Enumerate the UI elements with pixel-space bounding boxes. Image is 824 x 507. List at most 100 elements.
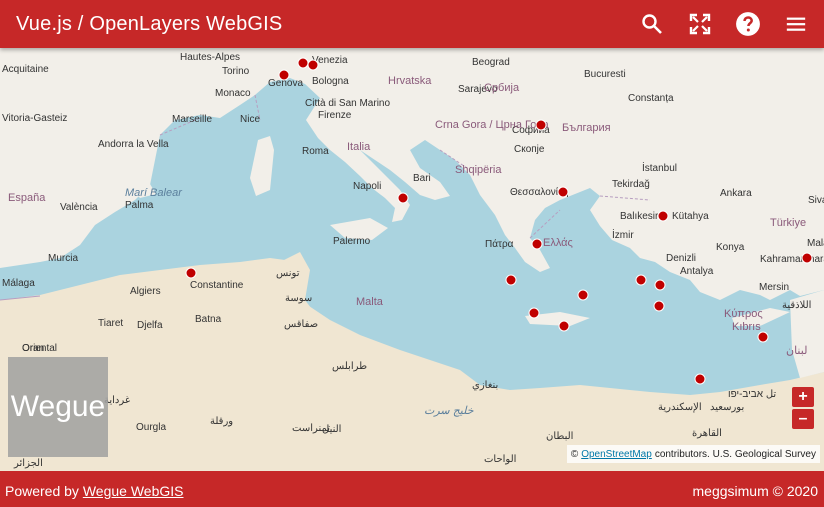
marker-sofia[interactable] — [535, 119, 547, 131]
label-beograd: Beograd — [472, 57, 510, 68]
fullscreen-icon — [689, 13, 711, 35]
label-kypros: Κύπρος — [724, 308, 763, 320]
zoom-in-button[interactable]: + — [792, 387, 814, 407]
label-palermo: Palermo — [333, 236, 371, 247]
label-mersin: Mersin — [759, 282, 789, 293]
search-icon — [642, 14, 662, 34]
marker-peloponnese[interactable] — [505, 274, 517, 286]
label-wahat: الواحات — [484, 454, 516, 465]
label-valencia: València — [60, 202, 98, 213]
label-hrvatska: Hrvatska — [388, 75, 432, 87]
label-palma: Palma — [125, 200, 154, 211]
label-italia: Italia — [347, 141, 371, 153]
label-mala: Mala — [807, 238, 824, 249]
label-bucuresti: Bucuresti — [584, 69, 626, 80]
label-san-marino: Città di San Marino — [305, 98, 390, 109]
label-monaco: Monaco — [215, 88, 251, 99]
help-icon — [736, 12, 760, 36]
label-marseille: Marseille — [172, 114, 212, 125]
label-sivas: Sivas — [808, 195, 824, 206]
label-turkiye: Türkiye — [770, 217, 806, 229]
label-skopje: Скопје — [514, 144, 545, 155]
label-oriental: Oriental — [22, 343, 57, 354]
app-title: Vue.js / OpenLayers WebGIS — [16, 13, 283, 35]
label-bologna: Bologna — [312, 76, 349, 87]
label-denizli: Denizli — [666, 253, 696, 264]
label-torino: Torino — [222, 66, 250, 77]
label-roma: Roma — [302, 146, 329, 157]
label-ouargla: ورقلة — [210, 416, 233, 427]
label-crna-gora: Crna Gora / Црна Гора — [435, 119, 549, 131]
marker-kahramanmaras[interactable] — [801, 252, 813, 264]
basemap: Venezia Torino Genova Bologna Monaco Mar… — [0, 48, 824, 471]
marker-alexandria[interactable] — [694, 373, 706, 385]
label-ankara: Ankara — [720, 188, 752, 199]
marker-crete-west[interactable] — [528, 307, 540, 319]
label-tunis: تونس — [276, 268, 300, 279]
label-ourgla: Ourgla — [136, 422, 166, 433]
label-nice: Nice — [240, 114, 260, 125]
menu-button[interactable] — [778, 6, 814, 42]
label-hautes-alpes: Hautes-Alpes — [180, 52, 240, 63]
help-button[interactable] — [730, 6, 766, 42]
powered-prefix: Powered by — [5, 483, 79, 499]
wegue-link[interactable]: Wegue WebGIS — [83, 483, 184, 499]
label-kutahya: Kütahya — [672, 211, 709, 222]
label-sfax: صفاقس — [284, 319, 318, 330]
label-lebanon: لبنان — [786, 345, 807, 357]
marker-rhodes-2[interactable] — [654, 279, 666, 291]
marker-napoli[interactable] — [397, 192, 409, 204]
label-balikesir: Balıkesir — [620, 211, 659, 222]
label-djelfa: Djelfa — [137, 320, 163, 331]
label-tiaret: Tiaret — [98, 318, 123, 329]
label-murcia: Murcia — [48, 253, 78, 264]
marker-algiers[interactable] — [185, 267, 197, 279]
label-vitoria-gasteiz: Vitoria-Gasteiz — [2, 113, 67, 124]
marker-venezia-2[interactable] — [307, 59, 319, 71]
copyright: meggsimum © 2020 — [692, 483, 818, 499]
label-gulf-sirte: خليج سرت — [424, 405, 474, 417]
label-mar-balear: Marí Balear — [125, 187, 183, 199]
zoom-out-button[interactable]: – — [792, 409, 814, 429]
map-view[interactable]: Venezia Torino Genova Bologna Monaco Mar… — [0, 48, 824, 471]
label-bari: Bari — [413, 173, 431, 184]
label-srbija: Србија — [484, 82, 520, 94]
label-constantine: Constantine — [190, 280, 244, 291]
label-portsaid: بورسعيد — [710, 402, 744, 413]
map-attribution: © OpenStreetMap contributors. U.S. Geolo… — [566, 445, 820, 463]
label-shqiperia: Shqipëria — [455, 164, 502, 176]
label-napoli: Napoli — [353, 181, 381, 192]
fullscreen-button[interactable] — [682, 6, 718, 42]
marker-cyprus[interactable] — [757, 331, 769, 343]
marker-genova[interactable] — [278, 69, 290, 81]
label-tel-aviv: تل אביב-יפו — [728, 389, 776, 400]
marker-rhodes-1[interactable] — [635, 274, 647, 286]
label-antalya: Antalya — [680, 266, 714, 277]
label-sousse: سوسة — [285, 293, 312, 304]
label-bulgaria: България — [562, 122, 611, 134]
label-andorra: Andorra la Vella — [98, 139, 169, 150]
label-tripoli: طرابلس — [332, 361, 367, 372]
marker-crete-east[interactable] — [558, 320, 570, 332]
label-batna: Batna — [195, 314, 222, 325]
marker-patra[interactable] — [531, 238, 543, 250]
app-toolbar: Vue.js / OpenLayers WebGIS — [0, 0, 824, 48]
marker-thessaloniki[interactable] — [557, 186, 569, 198]
label-butnan: البطان — [546, 431, 573, 442]
app-footer: Powered by Wegue WebGIS meggsimum © 2020 — [0, 471, 824, 507]
marker-karpathos[interactable] — [653, 300, 665, 312]
label-aquitaine: Acquitaine — [2, 64, 49, 75]
label-malta: Malta — [356, 296, 384, 308]
label-kibris: Kıbrıs — [732, 321, 761, 333]
label-algeria-ar: الجزائر — [13, 458, 43, 469]
label-cairo: القاهرة — [692, 428, 722, 439]
label-konya: Konya — [716, 242, 745, 253]
label-izmir: İzmir — [612, 228, 634, 241]
label-tekirdag: Tekirdağ — [612, 179, 650, 190]
marker-cyclades[interactable] — [577, 289, 589, 301]
osm-link[interactable]: OpenStreetMap — [581, 449, 652, 460]
powered-by: Powered by Wegue WebGIS — [5, 483, 183, 499]
search-button[interactable] — [634, 6, 670, 42]
marker-balikesir[interactable] — [657, 210, 669, 222]
label-latakia: اللاذقية — [782, 300, 811, 311]
